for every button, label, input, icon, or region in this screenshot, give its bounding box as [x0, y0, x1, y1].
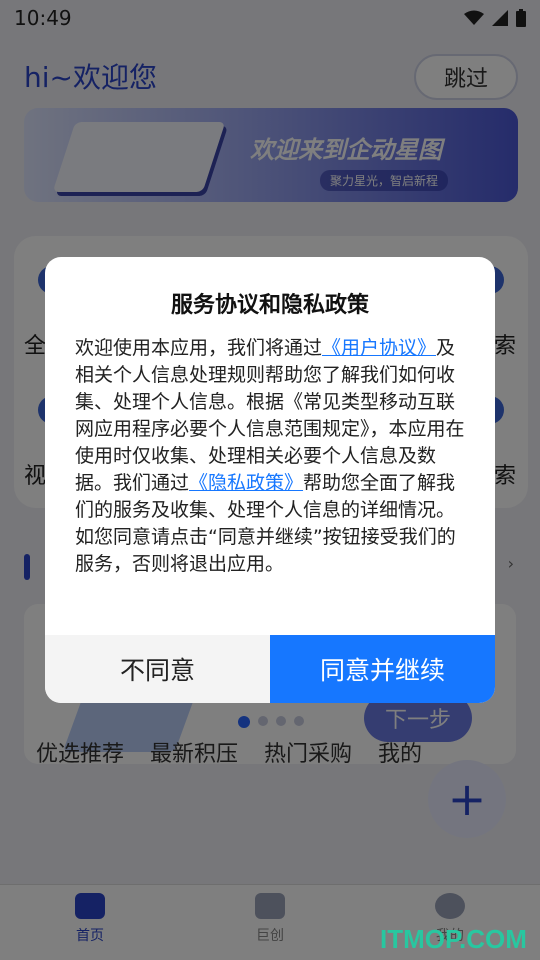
dialog-text: 及相关个人信息处理规则帮助您了解我们如何收集、处理个人信息。根据《常见类型移动互…: [75, 337, 465, 494]
dialog-text: 如您同意请点击“同意并继续”按钮接受我们的服务，否则将退出应用。: [75, 526, 456, 575]
dialog-body: 欢迎使用本应用，我们将通过《用户协议》及相关个人信息处理规则帮助您了解我们如何收…: [75, 335, 467, 578]
privacy-dialog: 服务协议和隐私政策 欢迎使用本应用，我们将通过《用户协议》及相关个人信息处理规则…: [45, 257, 495, 703]
user-agreement-link[interactable]: 《用户协议》: [322, 337, 436, 359]
disagree-button[interactable]: 不同意: [45, 635, 270, 703]
agree-continue-button[interactable]: 同意并继续: [270, 635, 495, 703]
dialog-text: 欢迎使用本应用，我们将通过: [75, 337, 323, 359]
dialog-title: 服务协议和隐私政策: [170, 293, 369, 318]
dialog-buttons: 不同意 同意并继续: [45, 635, 495, 703]
watermark-logo: ITMOP.COM: [380, 924, 527, 954]
privacy-policy-link[interactable]: 《隐私政策》: [189, 472, 303, 494]
